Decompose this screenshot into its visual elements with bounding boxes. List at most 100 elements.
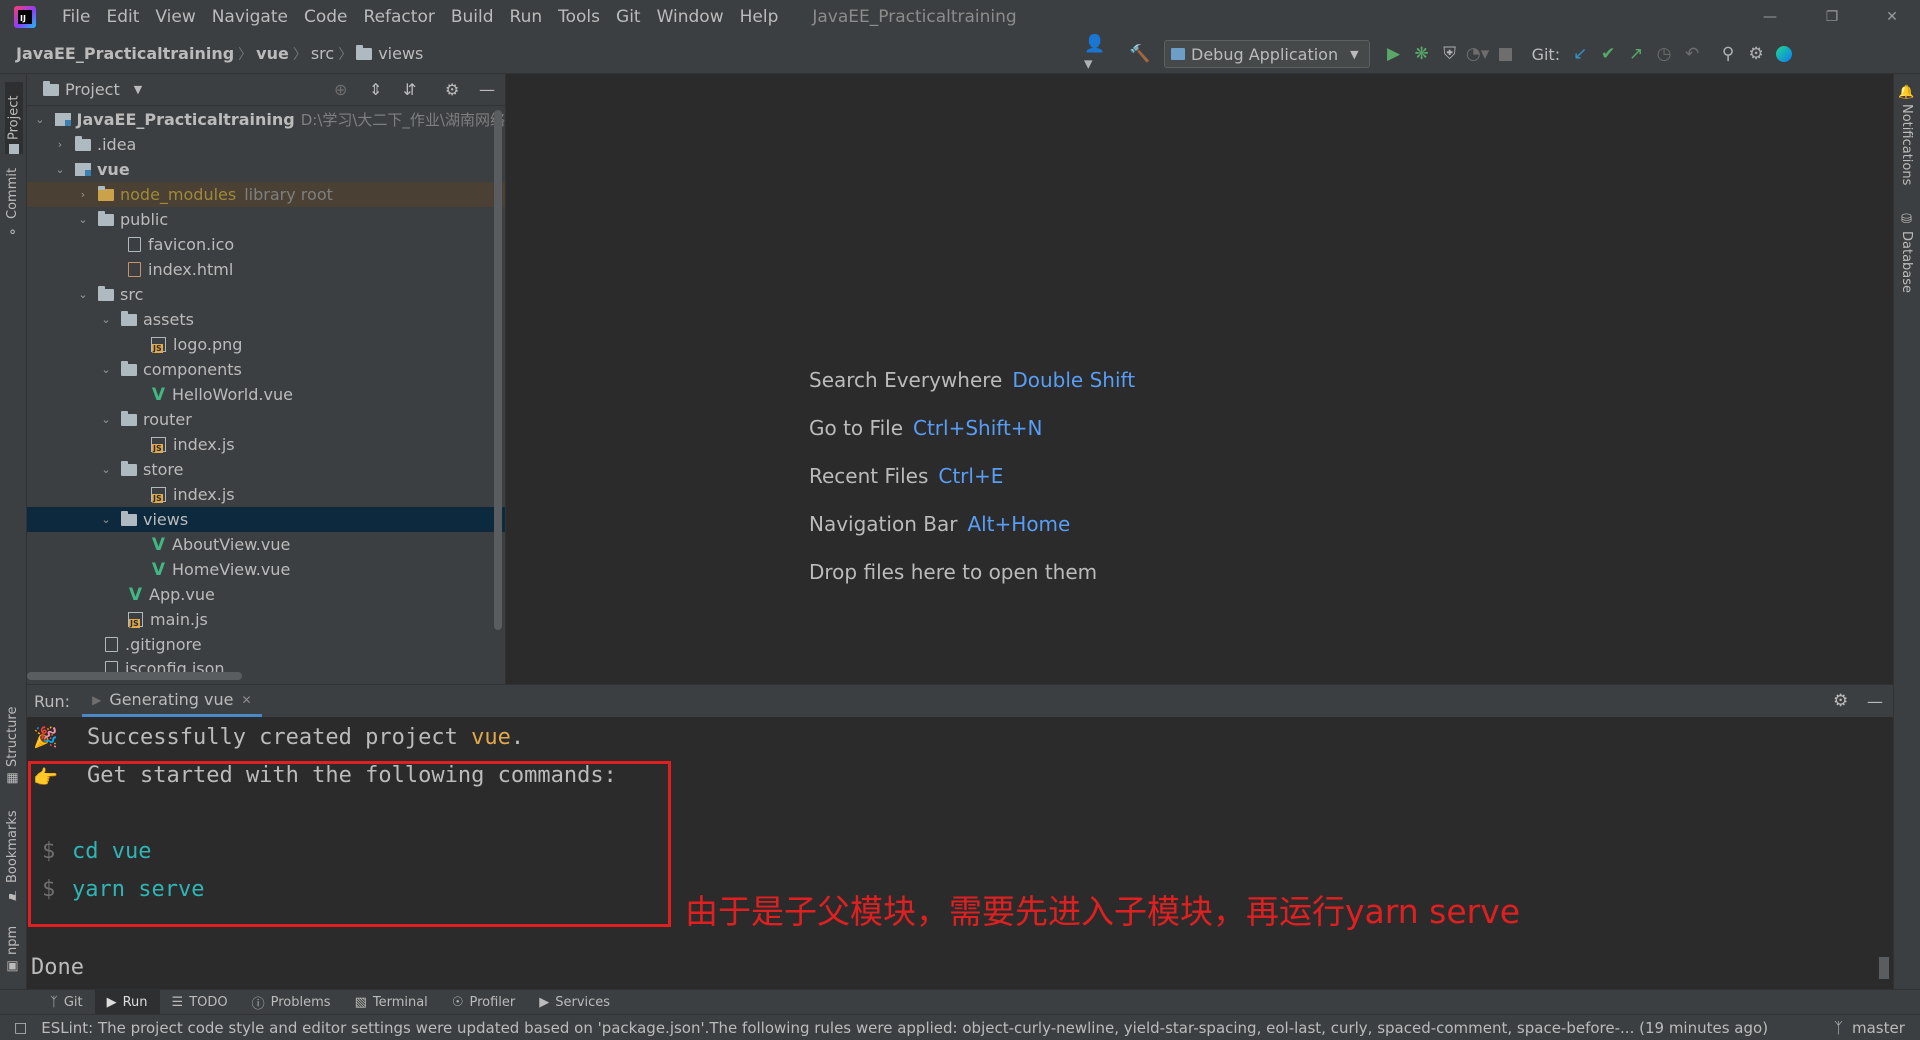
tree-item-idea[interactable]: › .idea <box>27 132 505 157</box>
npm-tool-tab[interactable]: ▣ npm <box>5 926 20 974</box>
tree-root-project[interactable]: ⌄ JavaEE_Practicaltraining D:\学习\大二下_作业\… <box>27 107 505 132</box>
run-icon[interactable]: ▶ <box>1380 40 1408 68</box>
gear-icon[interactable]: ⚙ <box>445 80 459 99</box>
tree-item-logo-png[interactable]: logo.png <box>27 332 505 357</box>
chevron-down-icon[interactable]: ⌄ <box>99 463 113 476</box>
run-config-label: Debug Application <box>1191 44 1339 64</box>
database-tool-tab[interactable]: ⛁ Database <box>1899 212 1914 302</box>
hide-panel-icon[interactable]: — <box>479 80 495 99</box>
tree-item-favicon[interactable]: favicon.ico <box>27 232 505 257</box>
restore-icon[interactable]: ❐ <box>1804 0 1860 34</box>
tree-item-components[interactable]: ⌄ components <box>27 357 505 382</box>
tree-item-gitignore[interactable]: .gitignore <box>27 632 505 657</box>
tree-item-public[interactable]: ⌄ public <box>27 207 505 232</box>
breadcrumb-project[interactable]: JavaEE_Practicaltraining <box>16 44 234 63</box>
git-push-icon[interactable]: ↗ <box>1622 40 1650 68</box>
run-configuration-select[interactable]: Debug Application ▼ <box>1164 40 1370 68</box>
tree-item-src[interactable]: ⌄ src <box>27 282 505 307</box>
chevron-down-icon[interactable]: ⌄ <box>33 113 47 126</box>
settings-gear-icon[interactable]: ⚙ <box>1742 40 1770 68</box>
coverage-icon[interactable]: ⛨ <box>1436 40 1464 68</box>
git-history-icon[interactable]: ◷ <box>1650 40 1678 68</box>
close-icon[interactable]: ✕ <box>1864 0 1920 34</box>
tree-item-app-vue[interactable]: V App.vue <box>27 582 505 607</box>
menu-refactor[interactable]: Refactor <box>356 0 443 34</box>
hide-panel-icon[interactable]: — <box>1867 692 1883 711</box>
menu-git[interactable]: Git <box>608 0 649 34</box>
tree-item-store-index-js[interactable]: index.js <box>27 482 505 507</box>
vertical-scrollbar[interactable] <box>494 110 502 630</box>
tool-profiler[interactable]: ☉ Profiler <box>440 990 527 1015</box>
minimize-icon[interactable]: — <box>1742 0 1798 34</box>
tree-item-main-js[interactable]: main.js <box>27 607 505 632</box>
menu-help[interactable]: Help <box>732 0 787 34</box>
git-commit-icon[interactable]: ✔ <box>1594 40 1622 68</box>
menu-build[interactable]: Build <box>443 0 502 34</box>
menu-file[interactable]: File <box>54 0 98 34</box>
expand-all-icon[interactable]: ⇕ <box>369 80 382 99</box>
chevron-right-icon[interactable]: › <box>76 188 90 201</box>
chevron-down-icon[interactable]: ⌄ <box>76 288 90 301</box>
tree-item-node-modules[interactable]: › node_modules library root <box>27 182 505 207</box>
chevron-down-icon[interactable]: ⌄ <box>99 513 113 526</box>
breadcrumb-src[interactable]: src <box>311 44 334 63</box>
debug-icon[interactable]: ❋ <box>1408 40 1436 68</box>
menu-window[interactable]: Window <box>649 0 732 34</box>
close-tab-icon[interactable]: ✕ <box>241 693 251 707</box>
tree-item-vue[interactable]: ⌄ vue <box>27 157 505 182</box>
project-tool-tab[interactable]: Project <box>5 82 23 154</box>
project-view-title[interactable]: Project <box>65 80 120 99</box>
menu-tools[interactable]: Tools <box>550 0 608 34</box>
chevron-down-icon[interactable]: ▼ <box>134 83 142 96</box>
git-branch-widget[interactable]: master <box>1852 1019 1905 1037</box>
gear-icon[interactable]: ⚙ <box>1833 691 1848 711</box>
tool-services[interactable]: ▶ Services <box>527 990 622 1015</box>
git-rollback-icon[interactable]: ↶ <box>1678 40 1706 68</box>
layout-toggle-icon[interactable]: □ <box>14 1020 27 1036</box>
tool-terminal[interactable]: ▧ Terminal <box>343 990 440 1015</box>
tool-git[interactable]: ᛉ Git <box>38 990 95 1015</box>
chevron-down-icon[interactable]: ⌄ <box>99 363 113 376</box>
status-message[interactable]: ESLint: The project code style and edito… <box>41 1019 1821 1037</box>
tree-item-index-html[interactable]: index.html <box>27 257 505 282</box>
menu-navigate[interactable]: Navigate <box>204 0 296 34</box>
console-scrollbar[interactable] <box>1879 957 1889 979</box>
breadcrumb-views[interactable]: views <box>378 44 423 63</box>
run-tab-generating-vue[interactable]: ▶ Generating vue ✕ <box>82 685 262 717</box>
chevron-down-icon[interactable]: ⌄ <box>99 313 113 326</box>
plugin-logo-icon[interactable] <box>1770 40 1798 68</box>
locate-icon[interactable]: ⊕ <box>334 80 347 99</box>
chevron-right-icon[interactable]: › <box>53 138 67 151</box>
tree-item-router-index-js[interactable]: index.js <box>27 432 505 457</box>
chevron-down-icon[interactable]: ⌄ <box>53 163 67 176</box>
chevron-down-icon[interactable]: ⌄ <box>76 213 90 226</box>
tree-item-helloworld-vue[interactable]: V HelloWorld.vue <box>27 382 505 407</box>
notifications-tool-tab[interactable]: 🔔 Notifications <box>1899 84 1914 194</box>
tool-run[interactable]: ▶ Run <box>94 989 160 1015</box>
build-hammer-icon[interactable]: 🔨 <box>1126 40 1154 68</box>
collapse-all-icon[interactable]: ⇵ <box>403 80 416 99</box>
structure-tool-tab[interactable]: ▦ Structure <box>5 706 20 786</box>
breadcrumb-vue[interactable]: vue <box>256 44 289 63</box>
profile-icon[interactable]: ◔▾ <box>1464 40 1492 68</box>
stop-icon[interactable]: ■ <box>1492 40 1520 68</box>
tree-item-homeview-vue[interactable]: V HomeView.vue <box>27 557 505 582</box>
menu-view[interactable]: View <box>147 0 203 34</box>
chevron-down-icon[interactable]: ⌄ <box>99 413 113 426</box>
horizontal-scrollbar[interactable] <box>27 672 242 680</box>
commit-tool-tab[interactable]: ⚬ Commit <box>5 168 20 238</box>
tree-item-aboutview-vue[interactable]: V AboutView.vue <box>27 532 505 557</box>
tree-item-assets[interactable]: ⌄ assets <box>27 307 505 332</box>
tool-todo[interactable]: ☰ TODO <box>160 990 240 1015</box>
menu-run[interactable]: Run <box>502 0 551 34</box>
menu-edit[interactable]: Edit <box>98 0 147 34</box>
tree-item-router[interactable]: ⌄ router <box>27 407 505 432</box>
tree-item-store[interactable]: ⌄ store <box>27 457 505 482</box>
search-icon[interactable]: ⚲ <box>1714 40 1742 68</box>
tool-problems[interactable]: ⓘ Problems <box>240 990 343 1015</box>
bookmarks-tool-tab[interactable]: ⚑ Bookmarks <box>5 810 20 902</box>
git-update-icon[interactable]: ↙ <box>1566 40 1594 68</box>
tree-item-views-selected[interactable]: ⌄ views <box>27 507 505 532</box>
menu-code[interactable]: Code <box>296 0 356 34</box>
user-icon[interactable]: 👤▾ <box>1084 34 1112 74</box>
